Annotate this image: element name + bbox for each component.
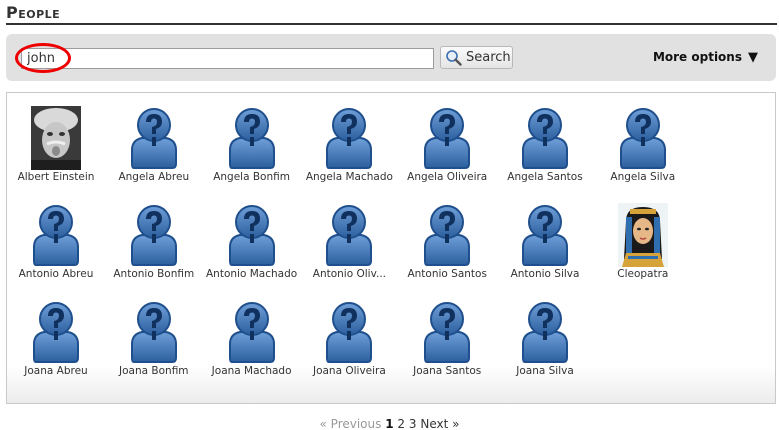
more-options-label: More options — [652, 50, 742, 64]
person-card[interactable]: Angela Abreu — [106, 106, 202, 184]
person-name: Antonio Oliv... — [312, 268, 386, 280]
person-card[interactable]: Cleopatra — [595, 203, 691, 281]
person-name: Angela Machado — [305, 171, 393, 183]
page-3-link[interactable]: 3 — [409, 417, 417, 430]
person-placeholder-icon — [522, 108, 568, 169]
person-card[interactable]: Angela Santos — [497, 106, 593, 184]
person-placeholder-icon — [228, 108, 275, 169]
person-card[interactable]: Antonio Machado — [204, 203, 300, 281]
avatar — [519, 106, 571, 170]
person-card[interactable]: Albert Einstein — [8, 106, 104, 184]
person-card[interactable]: Antonio Abreu — [8, 203, 104, 281]
avatar — [30, 106, 82, 170]
next-link[interactable]: Next » — [420, 417, 459, 430]
pagination: « Previous 1 2 3 Next » — [0, 417, 779, 430]
person-name: Antonio Santos — [407, 268, 487, 280]
person-placeholder-icon — [130, 205, 177, 266]
person-placeholder-icon — [619, 108, 666, 169]
avatar — [421, 106, 473, 170]
avatar — [421, 300, 473, 364]
person-placeholder-icon — [130, 302, 177, 363]
person-placeholder-icon — [130, 108, 177, 169]
previous-link: « Previous — [319, 417, 382, 430]
person-name: Joana Oliveira — [312, 365, 386, 377]
person-name: Joana Abreu — [24, 365, 88, 377]
person-card[interactable]: Antonio Silva — [497, 203, 593, 281]
avatar — [617, 106, 669, 170]
avatar — [617, 203, 669, 267]
caret-down-icon: ▼ — [748, 49, 758, 65]
avatar — [323, 300, 375, 364]
person-name: Angela Silva — [610, 171, 676, 183]
page-2-link[interactable]: 2 — [397, 417, 405, 430]
person-name: Joana Bonfim — [119, 365, 189, 377]
person-card[interactable]: Joana Machado — [204, 300, 300, 378]
person-card[interactable]: Antonio Santos — [399, 203, 495, 281]
search-button[interactable]: Search — [440, 46, 513, 69]
einstein-photo — [31, 106, 81, 170]
person-card[interactable]: Angela Oliveira — [399, 106, 495, 184]
person-placeholder-icon — [228, 205, 275, 266]
person-placeholder-icon — [326, 205, 373, 266]
magnifier-icon — [446, 50, 462, 66]
person-name: Joana Machado — [211, 365, 292, 377]
person-name: Antonio Abreu — [18, 268, 94, 280]
person-placeholder-icon — [522, 302, 568, 363]
avatar — [226, 203, 278, 267]
avatar — [519, 300, 571, 364]
person-name: Joana Silva — [516, 365, 574, 377]
person-card[interactable]: Joana Silva — [497, 300, 593, 378]
person-card[interactable]: Angela Silva — [595, 106, 691, 184]
person-name: Antonio Bonfim — [113, 268, 195, 280]
person-placeholder-icon — [424, 302, 471, 363]
person-card[interactable]: Antonio Bonfim — [106, 203, 202, 281]
more-options-dropdown[interactable]: More options ▼ — [653, 49, 758, 65]
avatar — [128, 203, 180, 267]
cleopatra-photo — [617, 203, 668, 267]
avatar — [226, 300, 278, 364]
person-placeholder-icon — [228, 302, 275, 363]
person-placeholder-icon — [33, 302, 79, 363]
avatar — [323, 203, 375, 267]
person-card[interactable]: Antonio Oliv... — [301, 203, 397, 281]
person-name: Cleopatra — [617, 268, 669, 280]
page-1-current: 1 — [385, 417, 394, 430]
avatar — [323, 106, 375, 170]
person-card[interactable]: Joana Oliveira — [301, 300, 397, 378]
person-name: Angela Abreu — [118, 171, 190, 183]
person-placeholder-icon — [522, 205, 568, 266]
person-card[interactable]: Joana Abreu — [8, 300, 104, 378]
person-name: Angela Oliveira — [407, 171, 488, 183]
person-name: Angela Bonfim — [213, 171, 290, 183]
avatar — [519, 203, 571, 267]
person-name: Joana Santos — [413, 365, 482, 377]
avatar — [30, 300, 82, 364]
person-name: Angela Santos — [507, 171, 583, 183]
person-name: Albert Einstein — [17, 171, 95, 183]
search-input[interactable] — [21, 48, 434, 69]
person-placeholder-icon — [424, 205, 471, 266]
person-card[interactable]: Angela Bonfim — [204, 106, 300, 184]
avatar — [128, 106, 180, 170]
person-card[interactable]: Joana Bonfim — [106, 300, 202, 378]
person-placeholder-icon — [326, 108, 373, 169]
person-placeholder-icon — [424, 108, 471, 169]
person-name: Antonio Silva — [510, 268, 580, 280]
people-grid: Albert Einstein Angela Abreu Angela Bonfim… — [6, 92, 776, 404]
person-card[interactable]: Angela Machado — [301, 106, 397, 184]
avatar — [128, 300, 180, 364]
search-button-label: Search — [466, 50, 511, 65]
page-title: People — [6, 4, 777, 25]
person-name: Antonio Machado — [206, 268, 298, 280]
person-card[interactable]: Joana Santos — [399, 300, 495, 378]
avatar — [30, 203, 82, 267]
person-placeholder-icon — [33, 205, 79, 266]
search-toolbar: Search More options ▼ — [6, 34, 776, 81]
avatar — [226, 106, 278, 170]
avatar — [421, 203, 473, 267]
person-placeholder-icon — [326, 302, 373, 363]
